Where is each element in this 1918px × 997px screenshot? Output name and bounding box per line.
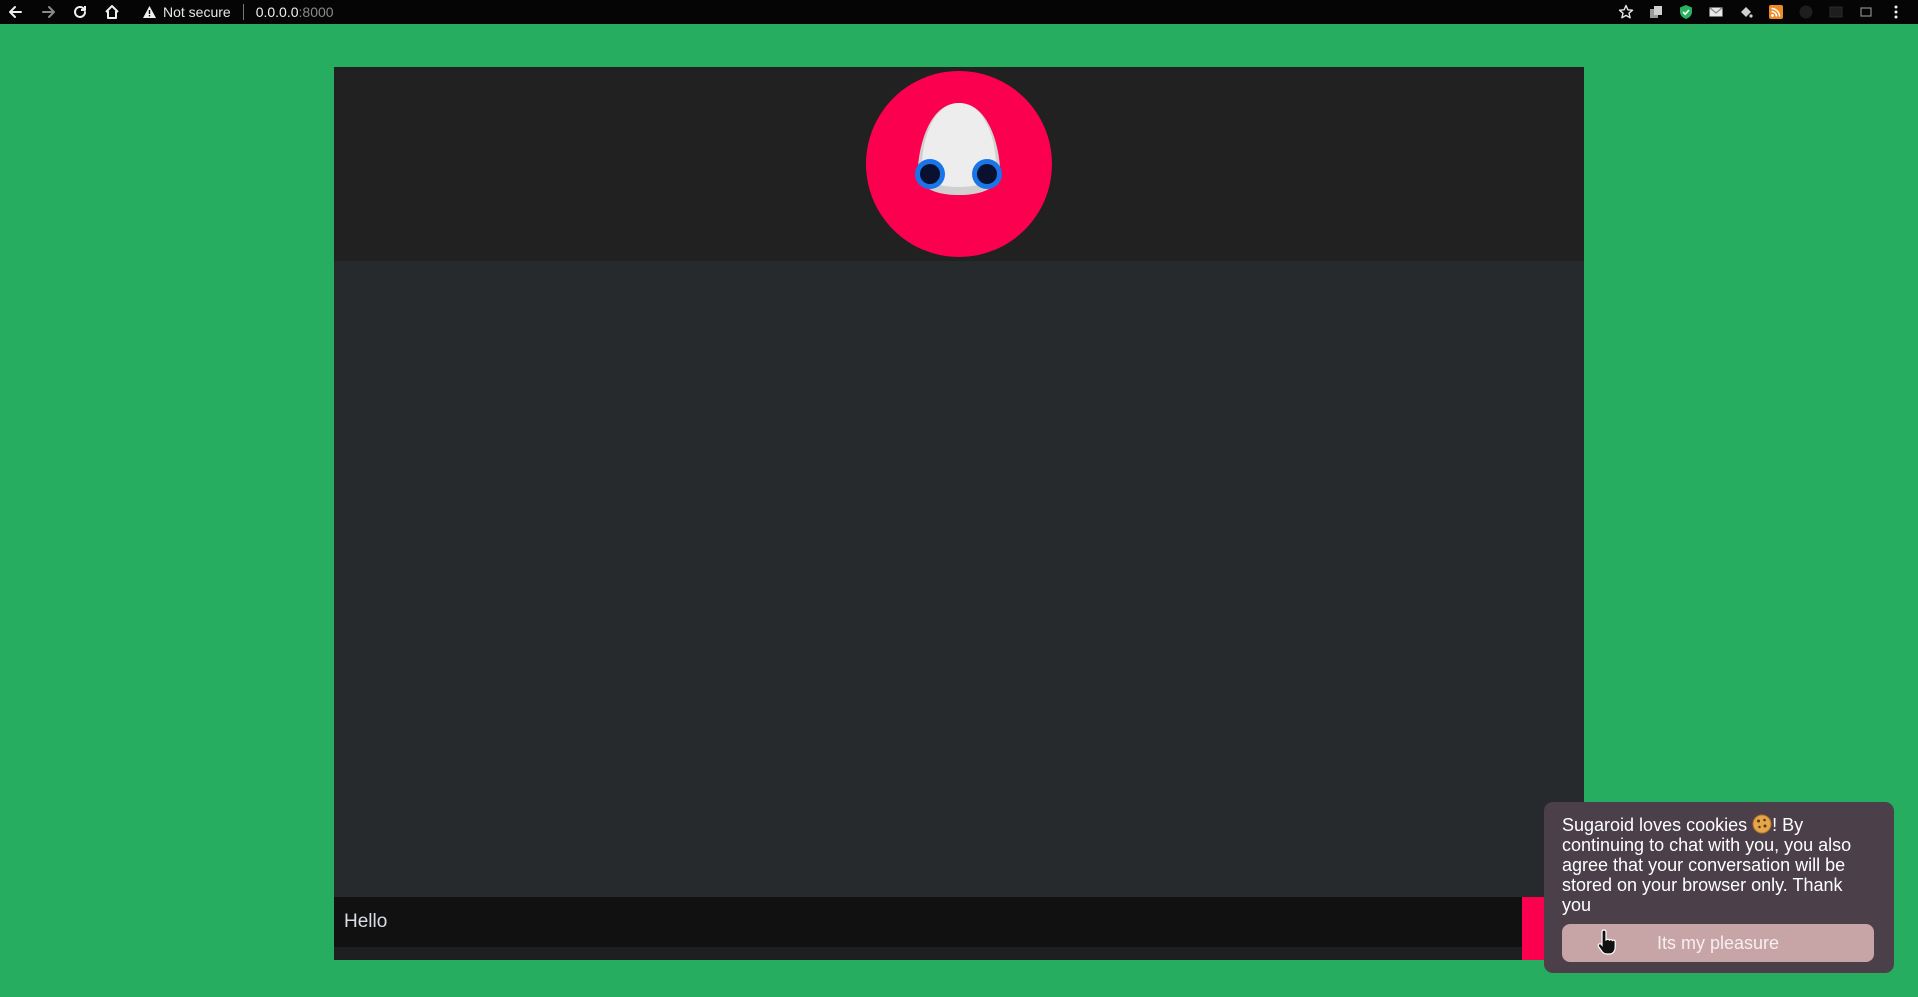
cookie-message: Sugaroid loves cookies ! By continuing t… (1562, 814, 1876, 915)
extension-copy-button[interactable] (1646, 2, 1666, 22)
url-text: 0.0.0.0:8000 (256, 4, 334, 20)
security-indicator[interactable]: Not secure (142, 4, 231, 20)
extension-mail-button[interactable] (1706, 2, 1726, 22)
cookie-icon (1752, 814, 1772, 834)
bookmark-star-button[interactable] (1616, 2, 1636, 22)
home-button[interactable] (96, 0, 128, 24)
robot-face-icon (915, 103, 1002, 195)
cookie-message-start: Sugaroid loves cookies (1562, 815, 1753, 835)
security-label: Not secure (163, 4, 231, 20)
arrow-right-icon (42, 6, 55, 18)
extension-shield-button[interactable] (1676, 2, 1696, 22)
kebab-menu-icon (1894, 5, 1898, 19)
url-host: 0.0.0.0 (255, 4, 299, 20)
mail-icon (1709, 7, 1723, 17)
chat-messages-area[interactable] (334, 261, 1584, 897)
back-button[interactable] (0, 0, 32, 24)
paint-bucket-icon (1741, 7, 1753, 18)
bot-avatar[interactable] (866, 71, 1052, 257)
extension-paint-button[interactable] (1736, 2, 1756, 22)
shield-check-icon (1680, 5, 1692, 19)
url-port: :8000 (298, 4, 334, 20)
address-bar[interactable]: Not secure 0.0.0.0:8000 (132, 0, 1592, 24)
browser-toolbar: Not secure 0.0.0.0:8000 (0, 0, 1918, 24)
star-icon (1618, 4, 1634, 19)
chat-window: ➤ (334, 67, 1584, 960)
extension-dark-button[interactable] (1826, 2, 1846, 22)
message-input[interactable] (334, 897, 1522, 947)
reload-button[interactable] (64, 0, 96, 24)
home-icon (105, 5, 119, 19)
extension-github-button[interactable] (1796, 2, 1816, 22)
copy-extension-icon (1650, 6, 1662, 18)
github-icon (1799, 5, 1813, 19)
chat-header (334, 67, 1584, 261)
toolbar-right (1616, 0, 1918, 24)
window-icon (1860, 7, 1872, 17)
warning-icon (143, 6, 156, 18)
extension-rss-button[interactable] (1766, 2, 1786, 22)
reload-icon (74, 5, 86, 18)
rss-icon (1769, 5, 1783, 19)
browser-menu-button[interactable] (1886, 2, 1906, 22)
extension-misc-button[interactable] (1856, 2, 1876, 22)
cookie-accept-button[interactable]: Its my pleasure (1562, 924, 1874, 962)
cookie-consent-popup: Sugaroid loves cookies ! By continuing t… (1544, 802, 1894, 973)
omnibox-divider (242, 4, 244, 20)
arrow-left-icon (9, 6, 22, 18)
message-input-bar: ➤ (334, 897, 1584, 960)
screen-icon (1829, 6, 1843, 18)
forward-button[interactable] (32, 0, 64, 24)
